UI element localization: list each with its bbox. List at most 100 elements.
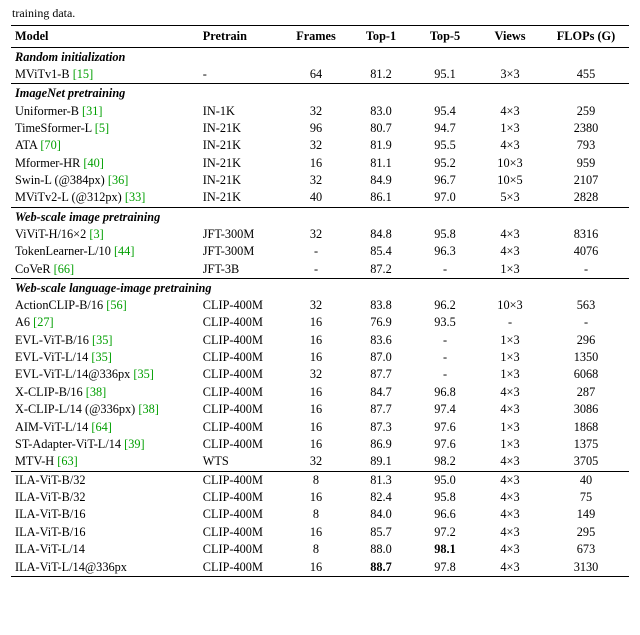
cell-top1: 87.3: [349, 418, 413, 435]
cell-pretrain: CLIP-400M: [199, 541, 283, 558]
citation-link[interactable]: [3]: [89, 227, 103, 241]
cell-flops: 793: [543, 137, 629, 154]
cell-flops: -: [543, 314, 629, 331]
cell-top5: -: [413, 332, 477, 349]
cell-frames: 16: [283, 436, 349, 453]
cell-flops: 295: [543, 524, 629, 541]
cell-frames: 16: [283, 155, 349, 172]
cell-pretrain: CLIP-400M: [199, 384, 283, 401]
cell-flops: 287: [543, 384, 629, 401]
cell-model: A6 [27]: [11, 314, 199, 331]
citation-link[interactable]: [15]: [73, 67, 94, 81]
cell-top1: 81.9: [349, 137, 413, 154]
cell-views: 4×3: [477, 506, 543, 523]
citation-link[interactable]: [31]: [82, 104, 103, 118]
cell-pretrain: JFT-3B: [199, 260, 283, 278]
cell-views: -: [477, 314, 543, 331]
table-row: ATA [70]IN-21K3281.995.54×3793: [11, 137, 629, 154]
citation-link[interactable]: [33]: [125, 190, 146, 204]
citation-link[interactable]: [36]: [108, 173, 129, 187]
cell-top1: 81.1: [349, 155, 413, 172]
cell-flops: 3130: [543, 558, 629, 576]
group-title: Web-scale image pretraining: [11, 207, 629, 226]
cell-top1: 84.7: [349, 384, 413, 401]
citation-link[interactable]: [63]: [57, 454, 78, 468]
citation-link[interactable]: [38]: [86, 385, 107, 399]
cell-top5: -: [413, 366, 477, 383]
cell-frames: 16: [283, 524, 349, 541]
cell-views: 4×3: [477, 102, 543, 119]
cell-flops: 149: [543, 506, 629, 523]
cell-pretrain: CLIP-400M: [199, 297, 283, 314]
table-row: Uniformer-B [31]IN-1K3283.095.44×3259: [11, 102, 629, 119]
cell-top5: 94.7: [413, 120, 477, 137]
cell-views: 10×5: [477, 172, 543, 189]
citation-link[interactable]: [56]: [106, 298, 127, 312]
cell-model: X-CLIP-B/16 [38]: [11, 384, 199, 401]
citation-link[interactable]: [39]: [124, 437, 145, 451]
table-row: TimeSformer-L [5]IN-21K9680.794.71×32380: [11, 120, 629, 137]
cell-pretrain: IN-21K: [199, 189, 283, 207]
cell-flops: 1375: [543, 436, 629, 453]
cell-flops: 3086: [543, 401, 629, 418]
cell-top1: 82.4: [349, 489, 413, 506]
citation-link[interactable]: [70]: [40, 138, 61, 152]
cell-top5: 97.4: [413, 401, 477, 418]
col-pretrain: Pretrain: [199, 26, 283, 48]
table-row: TokenLearner-L/10 [44]JFT-300M-85.496.34…: [11, 243, 629, 260]
table-body: Random initializationMViTv1-B [15]-6481.…: [11, 48, 629, 577]
cell-frames: -: [283, 243, 349, 260]
citation-link[interactable]: [5]: [95, 121, 109, 135]
cell-flops: 673: [543, 541, 629, 558]
cell-frames: 16: [283, 384, 349, 401]
cell-top5: 93.5: [413, 314, 477, 331]
cell-pretrain: IN-21K: [199, 120, 283, 137]
cell-top1: 89.1: [349, 453, 413, 471]
citation-link[interactable]: [35]: [91, 350, 112, 364]
cell-views: 1×3: [477, 418, 543, 435]
cell-flops: 563: [543, 297, 629, 314]
cell-top5: 96.7: [413, 172, 477, 189]
citation-link[interactable]: [66]: [54, 262, 75, 276]
cell-frames: 8: [283, 541, 349, 558]
table-row: A6 [27]CLIP-400M1676.993.5--: [11, 314, 629, 331]
cell-frames: -: [283, 260, 349, 278]
cell-top1: 84.0: [349, 506, 413, 523]
cell-frames: 16: [283, 401, 349, 418]
cell-top5: 95.0: [413, 471, 477, 489]
cell-flops: 40: [543, 471, 629, 489]
cell-top1: 87.0: [349, 349, 413, 366]
cell-frames: 32: [283, 366, 349, 383]
cell-top1: 76.9: [349, 314, 413, 331]
cell-top5: 97.8: [413, 558, 477, 576]
cell-model: X-CLIP-L/14 (@336px) [38]: [11, 401, 199, 418]
cell-flops: 75: [543, 489, 629, 506]
cell-flops: 296: [543, 332, 629, 349]
cell-frames: 16: [283, 332, 349, 349]
citation-link[interactable]: [35]: [92, 333, 113, 347]
cell-top1: 86.9: [349, 436, 413, 453]
table-row: ActionCLIP-B/16 [56]CLIP-400M3283.896.21…: [11, 297, 629, 314]
results-table: Model Pretrain Frames Top-1 Top-5 Views …: [11, 25, 629, 577]
cell-top1: 88.0: [349, 541, 413, 558]
citation-link[interactable]: [35]: [133, 367, 154, 381]
citation-link[interactable]: [44]: [114, 244, 135, 258]
cell-pretrain: CLIP-400M: [199, 524, 283, 541]
cell-model: ATA [70]: [11, 137, 199, 154]
table-row: CoVeR [66]JFT-3B-87.2-1×3-: [11, 260, 629, 278]
cell-top5: 97.0: [413, 189, 477, 207]
citation-link[interactable]: [64]: [91, 420, 112, 434]
cell-top5: 96.3: [413, 243, 477, 260]
citation-link[interactable]: [38]: [138, 402, 159, 416]
cell-frames: 64: [283, 66, 349, 84]
cell-pretrain: CLIP-400M: [199, 401, 283, 418]
cell-frames: 32: [283, 172, 349, 189]
citation-link[interactable]: [27]: [33, 315, 54, 329]
citation-link[interactable]: [40]: [83, 156, 104, 170]
group-header: Random initialization: [11, 48, 629, 67]
cell-pretrain: CLIP-400M: [199, 418, 283, 435]
cell-pretrain: IN-21K: [199, 137, 283, 154]
cell-flops: 259: [543, 102, 629, 119]
cell-views: 3×3: [477, 66, 543, 84]
cell-views: 10×3: [477, 297, 543, 314]
